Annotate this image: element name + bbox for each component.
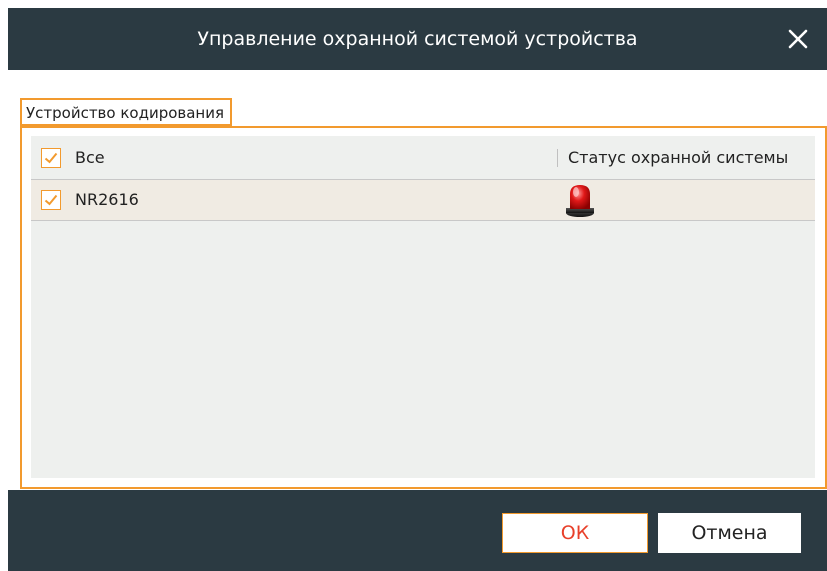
checkmark-icon [44,152,58,164]
cancel-button[interactable]: Отмена [658,513,801,553]
column-separator[interactable] [557,149,558,167]
ok-button[interactable]: ОК [502,513,648,553]
select-all-checkbox[interactable] [41,148,61,168]
close-icon [788,29,808,49]
checkmark-icon [44,194,58,206]
table-header: Все Статус охранной системы [31,136,815,180]
device-table: Все Статус охранной системы NR2616 [31,136,815,478]
device-name: NR2616 [75,190,139,209]
alarm-beacon-icon [566,185,594,217]
title-bar: Управление охранной системой устройства [8,8,827,70]
select-all-label: Все [75,148,105,167]
dialog-title: Управление охранной системой устройства [197,28,638,50]
group-legend: Устройство кодирования [20,98,233,126]
row-checkbox[interactable] [41,190,61,210]
dialog-footer: ОК Отмена [8,490,827,571]
dialog: Управление охранной системой устройства … [0,0,827,571]
table-row[interactable]: NR2616 [31,180,815,221]
status-column-header[interactable]: Статус охранной системы [568,148,788,168]
close-button[interactable] [787,28,809,50]
